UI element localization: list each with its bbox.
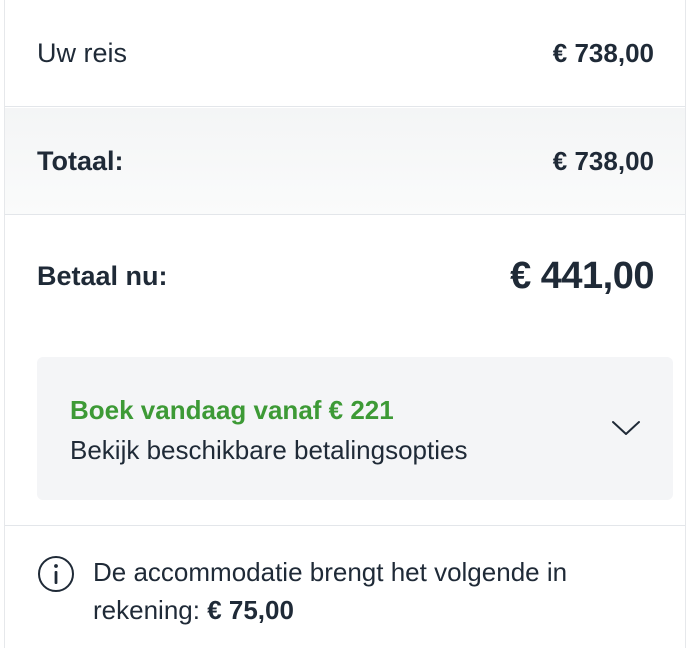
trip-price-row: Uw reis € 738,00 — [5, 0, 685, 107]
pay-now-label: Betaal nu: — [37, 260, 168, 291]
total-price-row: Totaal: € 738,00 — [5, 108, 685, 215]
trip-amount: € 738,00 — [552, 37, 654, 68]
price-summary-card: Uw reis € 738,00 Totaal: € 738,00 Betaal… — [4, 0, 686, 648]
total-label: Totaal: — [37, 145, 124, 176]
info-text: De accommodatie brengt het volgende in r… — [93, 553, 663, 629]
section-divider — [5, 525, 685, 526]
payment-options-subtitle: Bekijk beschikbare betalingsopties — [70, 435, 468, 465]
payment-options-toggle[interactable]: Boek vandaag vanaf € 221 Bekijk beschikb… — [37, 357, 673, 500]
info-message: De accommodatie brengt het volgende in r… — [93, 557, 568, 625]
payment-options-title: Boek vandaag vanaf € 221 — [70, 395, 394, 425]
pay-now-amount: € 441,00 — [510, 254, 654, 297]
info-icon — [38, 556, 74, 592]
pay-now-row: Betaal nu: € 441,00 — [5, 216, 685, 336]
chevron-down-icon[interactable] — [609, 415, 643, 439]
info-amount: € 75,00 — [207, 595, 294, 625]
total-amount: € 738,00 — [552, 145, 654, 176]
trip-label: Uw reis — [37, 37, 128, 68]
